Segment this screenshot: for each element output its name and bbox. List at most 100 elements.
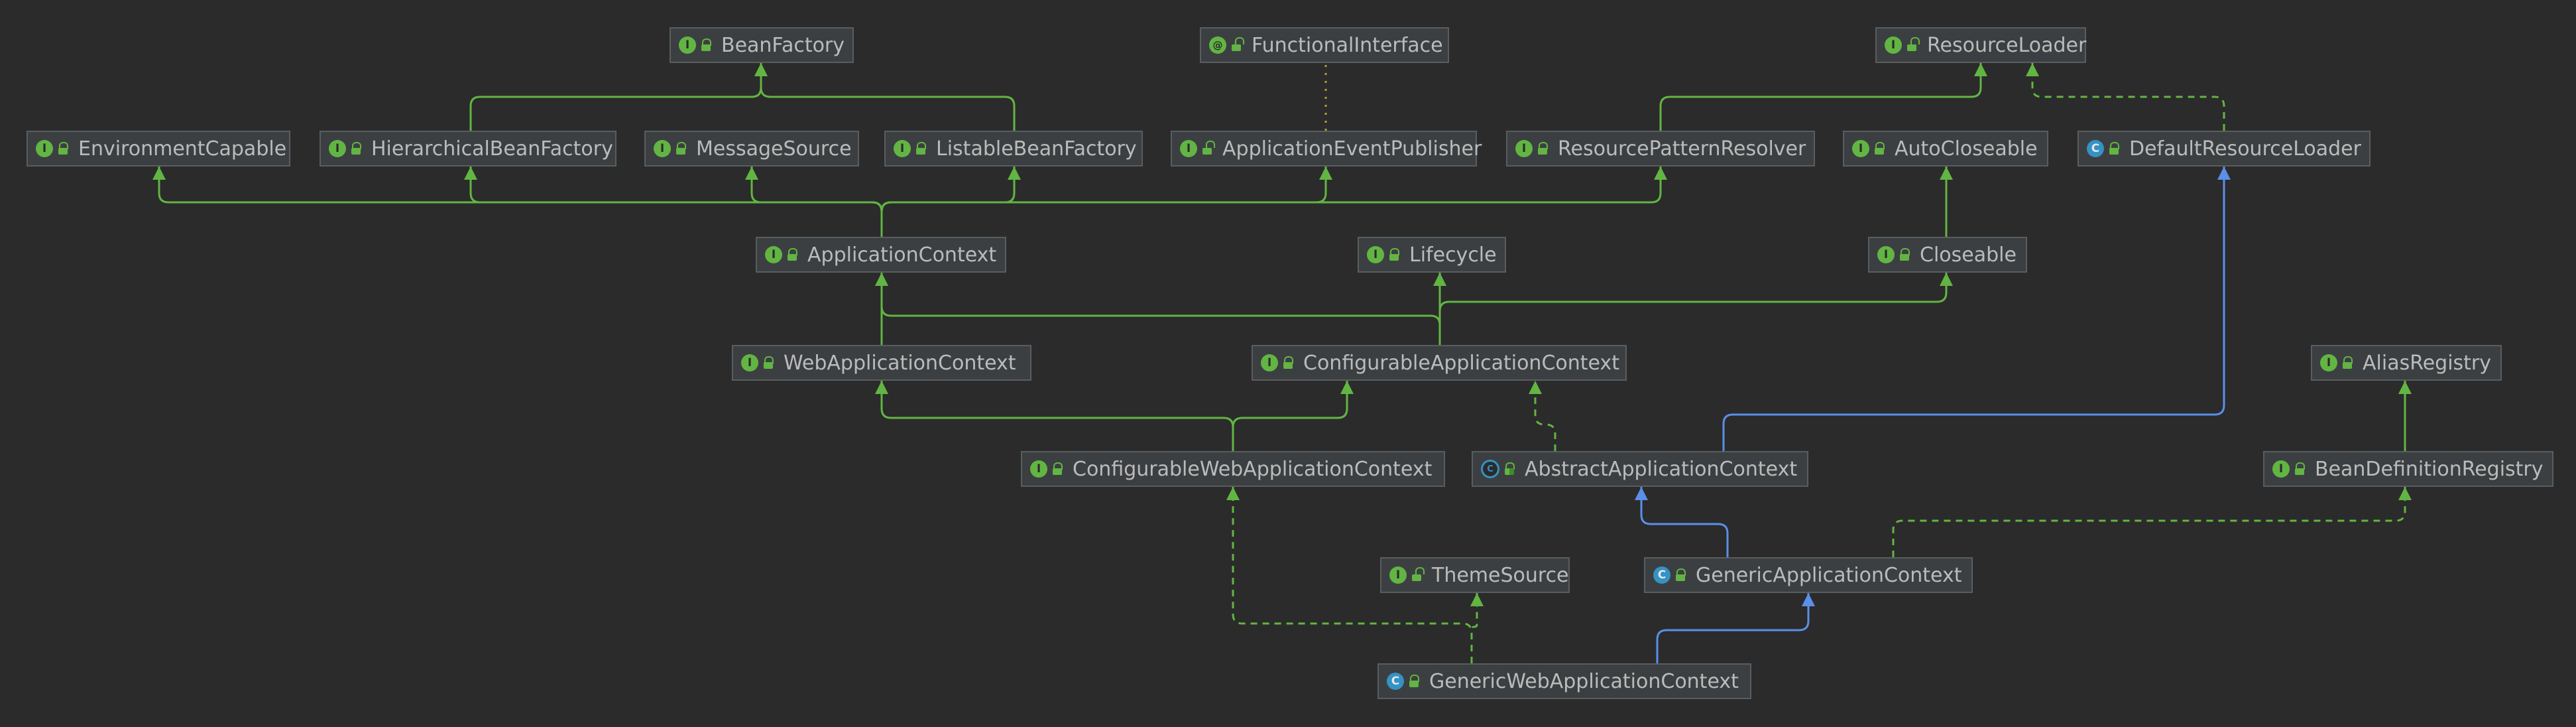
edge-extends-ConfigurableWebApplicationContext-to-ConfigurableApplicationContext	[1232, 381, 1348, 451]
edge-extends-class-GenericApplicationContext-to-AbstractApplicationContext	[1640, 487, 1729, 557]
interface-icon: I	[36, 140, 53, 157]
interface-icon: I	[894, 140, 911, 157]
edge-extends-ConfigurableApplicationContext-to-Closeable	[1438, 273, 1948, 345]
lock-icon	[1053, 462, 1063, 476]
node-label: BeanDefinitionRegistry	[2315, 457, 2544, 481]
node-bean-definition-registry[interactable]: I BeanDefinitionRegistry	[2263, 451, 2553, 487]
lock-icon	[1412, 567, 1425, 582]
arrowhead	[2026, 63, 2039, 76]
arrowhead	[1226, 487, 1240, 500]
arrowhead	[875, 273, 888, 286]
node-auto-closeable[interactable]: I AutoCloseable	[1843, 131, 2048, 166]
node-label: ConfigurableApplicationContext	[1303, 351, 1619, 375]
node-lifecycle[interactable]: I Lifecycle	[1358, 237, 1506, 273]
edge-extends-ConfigurableApplicationContext-to-ApplicationContext	[880, 273, 1441, 345]
lock-icon	[1875, 142, 1885, 155]
node-message-source[interactable]: I MessageSource	[644, 131, 859, 166]
interface-icon: I	[654, 140, 671, 157]
lock-icon	[788, 248, 797, 261]
interface-icon: I	[1515, 140, 1533, 157]
arrowhead	[152, 166, 166, 180]
interface-icon: I	[1261, 354, 1278, 371]
arrowhead	[1008, 166, 1021, 180]
lock-icon	[2295, 462, 2305, 476]
edge-implements-DefaultResourceLoader-to-ResourceLoader	[2031, 63, 2225, 131]
lock-icon	[1389, 248, 1399, 261]
node-label: ListableBeanFactory	[936, 137, 1137, 161]
arrowhead	[754, 63, 768, 76]
arrowhead	[2217, 166, 2231, 180]
node-label: AutoCloseable	[1895, 137, 2038, 161]
class-icon: C	[1653, 566, 1670, 584]
interface-icon: I	[2320, 354, 2337, 371]
edge-extends-class-GenericWebApplicationContext-to-GenericApplicationContext	[1656, 593, 1810, 663]
node-resource-pattern-resolver[interactable]: I ResourcePatternResolver	[1506, 131, 1815, 166]
lock-icon	[351, 142, 361, 155]
node-application-event-publisher[interactable]: I ApplicationEventPublisher	[1171, 131, 1482, 166]
node-label: GenericWebApplicationContext	[1429, 669, 1739, 693]
interface-icon: I	[1367, 246, 1384, 263]
node-label: AliasRegistry	[2363, 351, 2492, 375]
arrowhead	[1635, 487, 1648, 500]
node-resource-loader[interactable]: I ResourceLoader	[1875, 27, 2086, 63]
node-label: ResourceLoader	[1927, 33, 2087, 57]
annotation-icon: @	[1209, 36, 1226, 54]
interface-icon: I	[1180, 140, 1197, 157]
lock-icon	[58, 142, 68, 155]
arrowhead	[1340, 381, 1354, 394]
node-web-application-context[interactable]: I WebApplicationContext	[732, 345, 1031, 381]
interface-icon: I	[1852, 140, 1869, 157]
lock-icon	[764, 356, 774, 369]
node-bean-factory[interactable]: I BeanFactory	[670, 27, 854, 63]
class-icon: C	[1387, 673, 1404, 690]
node-hierarchical-bean-factory[interactable]: I HierarchicalBeanFactory	[320, 131, 616, 166]
edge-extends-ApplicationContext-to-ResourcePatternResolver	[880, 166, 1662, 237]
interface-icon: I	[2272, 460, 2290, 478]
node-label: BeanFactory	[721, 33, 845, 57]
lock-icon	[1900, 248, 1910, 261]
lock-icon	[2109, 142, 2119, 155]
node-label: WebApplicationContext	[784, 351, 1016, 375]
abstract-class-icon: C	[1481, 460, 1499, 478]
node-label: HierarchicalBeanFactory	[371, 137, 613, 161]
node-theme-source[interactable]: I ThemeSource	[1380, 557, 1570, 593]
arrowhead	[2398, 487, 2412, 500]
node-label: MessageSource	[696, 137, 852, 161]
interface-icon: I	[1389, 566, 1407, 584]
node-generic-web-application-context[interactable]: C GenericWebApplicationContext	[1377, 663, 1751, 699]
node-configurable-web-application-context[interactable]: I ConfigurableWebApplicationContext	[1021, 451, 1445, 487]
edge-implements-GenericApplicationContext-to-BeanDefinitionRegistry	[1892, 487, 2406, 557]
node-generic-application-context[interactable]: C GenericApplicationContext	[1644, 557, 1973, 593]
lock-icon	[1538, 142, 1548, 155]
interface-icon: I	[1885, 36, 1902, 54]
lock-icon	[916, 142, 926, 155]
arrowhead	[745, 166, 758, 180]
arrowhead	[1654, 166, 1667, 180]
node-abstract-application-context[interactable]: C AbstractApplicationContext	[1472, 451, 1808, 487]
node-application-context[interactable]: I ApplicationContext	[756, 237, 1006, 273]
interface-icon: I	[1030, 460, 1047, 478]
lock-icon	[1202, 141, 1215, 155]
node-environment-capable[interactable]: I EnvironmentCapable	[27, 131, 290, 166]
edge-extends-class-AbstractApplicationContext-to-DefaultResourceLoader	[1722, 166, 2225, 451]
node-functional-interface[interactable]: @ FunctionalInterface	[1200, 27, 1449, 63]
edge-extends-ConfigurableWebApplicationContext-to-WebApplicationContext	[880, 381, 1234, 451]
node-closeable[interactable]: I Closeable	[1868, 237, 2027, 273]
node-label: DefaultResourceLoader	[2129, 137, 2361, 161]
arrowhead	[1433, 273, 1446, 286]
node-alias-registry[interactable]: I AliasRegistry	[2311, 345, 2502, 381]
node-configurable-application-context[interactable]: I ConfigurableApplicationContext	[1252, 345, 1627, 381]
node-label: Lifecycle	[1409, 243, 1497, 267]
node-listable-bean-factory[interactable]: I ListableBeanFactory	[884, 131, 1143, 166]
lock-icon	[701, 38, 711, 52]
lock-icon	[1283, 356, 1293, 369]
interface-icon: I	[679, 36, 696, 54]
node-label: EnvironmentCapable	[78, 137, 287, 161]
lock-icon	[676, 142, 686, 155]
node-default-resource-loader[interactable]: C DefaultResourceLoader	[2078, 131, 2371, 166]
node-label: ThemeSource	[1432, 563, 1569, 587]
edge-extends-ApplicationContext-to-MessageSource	[750, 166, 883, 237]
arrowhead	[1529, 381, 1542, 394]
interface-icon: I	[329, 140, 346, 157]
node-label: Closeable	[1920, 243, 2017, 267]
